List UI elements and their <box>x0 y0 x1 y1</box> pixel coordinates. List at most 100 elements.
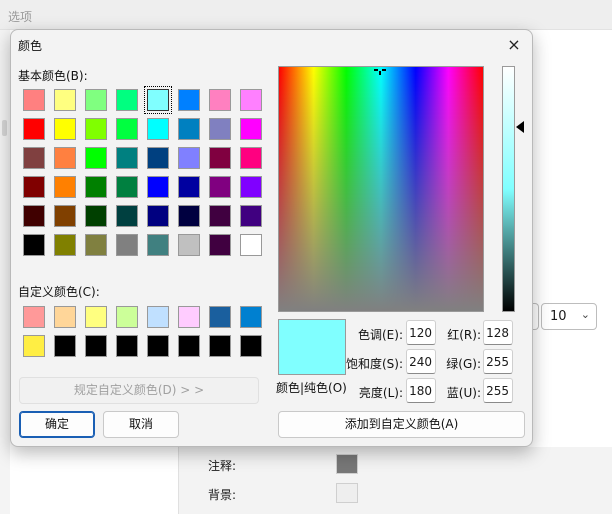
font-size-value: 10 <box>550 309 567 324</box>
basic-color-swatch[interactable] <box>116 176 138 198</box>
custom-color-swatch[interactable] <box>209 306 231 328</box>
basic-color-swatch[interactable] <box>116 234 138 256</box>
custom-color-swatch[interactable] <box>85 306 107 328</box>
basic-color-swatch[interactable] <box>209 89 231 111</box>
basic-color-swatch[interactable] <box>144 86 172 114</box>
basic-color-swatch[interactable] <box>147 118 169 140</box>
basic-color-swatch[interactable] <box>116 118 138 140</box>
basic-color-swatch[interactable] <box>178 89 200 111</box>
hue-input[interactable]: 120 <box>406 320 436 345</box>
basic-color-swatch[interactable] <box>23 147 45 169</box>
custom-color-swatch[interactable] <box>178 306 200 328</box>
font-size-select[interactable]: 10 ⌄ <box>541 303 597 330</box>
luminosity-input[interactable]: 180 <box>406 378 436 403</box>
define-custom-colors-button[interactable]: 规定自定义颜色(D) > > <box>19 377 259 404</box>
basic-color-swatch[interactable] <box>54 234 76 256</box>
basic-color-swatch[interactable] <box>147 147 169 169</box>
basic-color-swatch[interactable] <box>116 89 138 111</box>
basic-color-swatch[interactable] <box>23 118 45 140</box>
custom-color-swatch[interactable] <box>240 306 262 328</box>
basic-color-swatch[interactable] <box>54 89 76 111</box>
crosshair-icon <box>374 67 386 77</box>
background-label: 背景: <box>208 488 237 502</box>
basic-color-swatch[interactable] <box>23 234 45 256</box>
custom-color-swatch[interactable] <box>240 335 262 357</box>
basic-color-swatch[interactable] <box>54 205 76 227</box>
basic-color-swatch[interactable] <box>23 176 45 198</box>
options-titlebar: 选项 <box>0 0 612 30</box>
custom-color-swatch[interactable] <box>116 306 138 328</box>
options-title: 选项 <box>8 10 33 24</box>
basic-color-swatch[interactable] <box>85 234 107 256</box>
basic-color-swatch[interactable] <box>147 234 169 256</box>
green-label: 绿(G): <box>446 357 481 371</box>
basic-color-swatch[interactable] <box>209 147 231 169</box>
basic-color-swatch[interactable] <box>147 205 169 227</box>
basic-color-swatch[interactable] <box>116 147 138 169</box>
green-input[interactable]: 255 <box>483 349 513 374</box>
basic-color-swatch[interactable] <box>178 234 200 256</box>
luminosity-slider[interactable] <box>502 66 515 312</box>
red-label: 红(R): <box>447 328 481 342</box>
custom-color-swatch[interactable] <box>147 306 169 328</box>
red-input[interactable]: 128 <box>483 320 513 345</box>
options-content-pane <box>178 447 612 514</box>
basic-color-swatch[interactable] <box>240 176 262 198</box>
custom-color-swatch[interactable] <box>54 306 76 328</box>
basic-color-swatch[interactable] <box>209 205 231 227</box>
custom-color-swatch[interactable] <box>178 335 200 357</box>
basic-color-swatch[interactable] <box>54 118 76 140</box>
options-sidebar <box>0 30 10 514</box>
custom-color-swatch[interactable] <box>54 335 76 357</box>
hue-label: 色调(E): <box>358 328 403 342</box>
saturation-input[interactable]: 240 <box>406 349 436 374</box>
cancel-button[interactable]: 取消 <box>103 411 179 438</box>
luminosity-arrow-icon[interactable] <box>516 121 524 133</box>
basic-color-swatch[interactable] <box>85 205 107 227</box>
color-solid-label: 颜色|纯色(O) <box>276 381 347 395</box>
basic-color-swatch[interactable] <box>85 89 107 111</box>
basic-colors-label: 基本颜色(B): <box>18 69 88 83</box>
custom-color-swatch[interactable] <box>147 335 169 357</box>
basic-color-swatch[interactable] <box>178 205 200 227</box>
basic-color-swatch[interactable] <box>85 118 107 140</box>
basic-color-swatch[interactable] <box>54 147 76 169</box>
basic-color-swatch[interactable] <box>23 89 45 111</box>
basic-color-swatch[interactable] <box>85 176 107 198</box>
saturation-label: 饱和度(S): <box>345 357 403 371</box>
basic-color-swatch[interactable] <box>240 205 262 227</box>
add-to-custom-colors-button[interactable]: 添加到自定义颜色(A) <box>278 411 525 438</box>
color-preview <box>278 319 346 375</box>
basic-color-swatch[interactable] <box>240 147 262 169</box>
basic-color-swatch[interactable] <box>54 176 76 198</box>
color-dialog: 颜色 × 基本颜色(B): 自定义颜色(C): 规定自定义颜色(D) > > 确… <box>10 29 533 447</box>
note-color-swatch[interactable] <box>336 454 358 474</box>
custom-color-swatch[interactable] <box>209 335 231 357</box>
background-color-swatch[interactable] <box>336 483 358 503</box>
basic-color-swatch[interactable] <box>178 176 200 198</box>
basic-color-swatch[interactable] <box>147 176 169 198</box>
sidebar-selection-indicator <box>2 120 7 136</box>
dialog-title: 颜色 <box>18 39 43 53</box>
basic-color-swatch[interactable] <box>209 118 231 140</box>
basic-color-swatch[interactable] <box>240 118 262 140</box>
basic-color-swatch[interactable] <box>240 89 262 111</box>
basic-color-swatch[interactable] <box>116 205 138 227</box>
basic-color-swatch[interactable] <box>209 176 231 198</box>
close-icon[interactable]: × <box>502 34 526 56</box>
custom-color-swatch[interactable] <box>23 306 45 328</box>
custom-color-swatch[interactable] <box>23 335 45 357</box>
custom-colors-label: 自定义颜色(C): <box>18 285 100 299</box>
ok-button[interactable]: 确定 <box>19 411 95 438</box>
basic-color-swatch[interactable] <box>178 147 200 169</box>
basic-color-swatch[interactable] <box>178 118 200 140</box>
note-label: 注释: <box>208 459 237 473</box>
basic-color-swatch[interactable] <box>209 234 231 256</box>
color-spectrum[interactable] <box>278 66 484 312</box>
basic-color-swatch[interactable] <box>240 234 262 256</box>
basic-color-swatch[interactable] <box>85 147 107 169</box>
blue-input[interactable]: 255 <box>483 378 513 403</box>
basic-color-swatch[interactable] <box>23 205 45 227</box>
custom-color-swatch[interactable] <box>85 335 107 357</box>
custom-color-swatch[interactable] <box>116 335 138 357</box>
